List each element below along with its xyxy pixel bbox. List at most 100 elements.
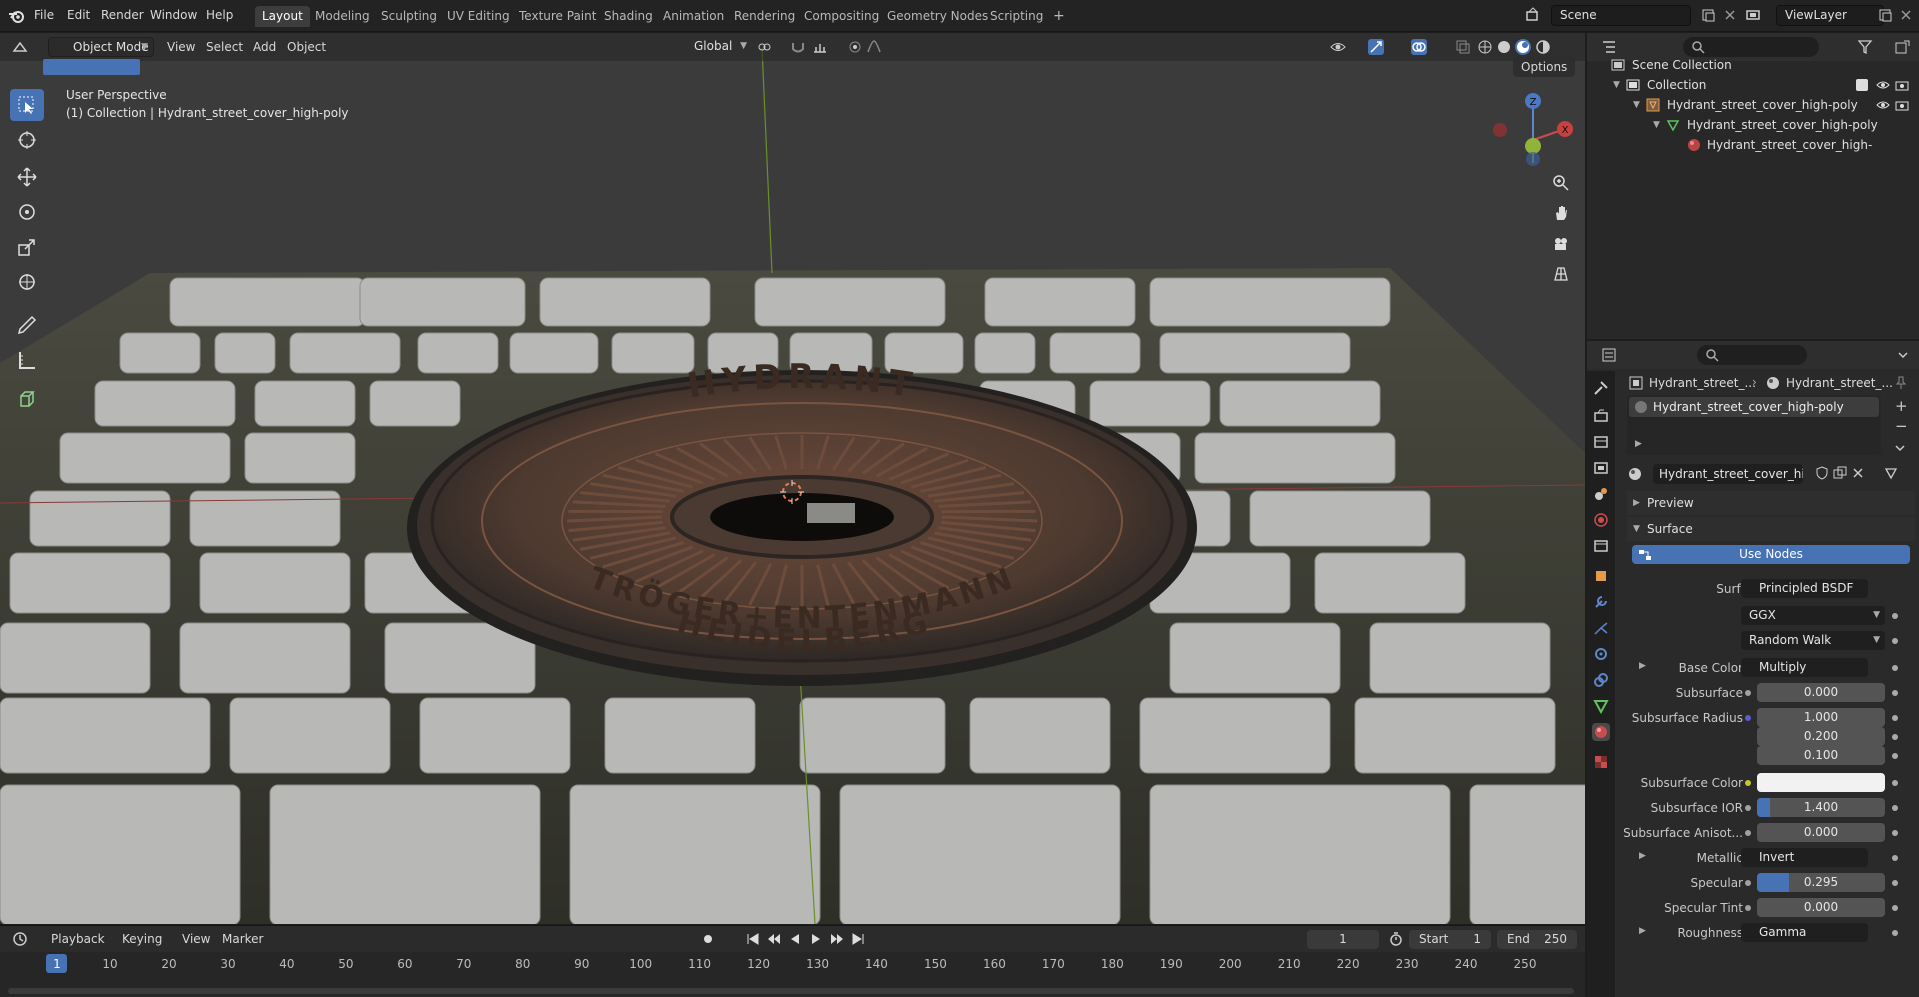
expand-arrow-icon[interactable]: ▶	[1635, 439, 1642, 449]
output-tab-icon[interactable]	[1592, 433, 1610, 451]
menu-edit[interactable]: Edit	[67, 8, 90, 22]
snap-icon[interactable]	[790, 39, 806, 55]
preview-panel-header[interactable]: ▶ Preview	[1627, 491, 1915, 515]
material-browse-icon[interactable]	[1627, 466, 1643, 482]
pin-icon[interactable]	[1894, 376, 1908, 390]
keyframe-dot-icon[interactable]	[1892, 753, 1898, 759]
tab-uv-editing[interactable]: UV Editing	[440, 6, 517, 27]
next-keyframe-icon[interactable]	[829, 931, 845, 947]
keyframe-dot-icon[interactable]	[1892, 715, 1898, 721]
material-slot-list[interactable]: Hydrant_street_cover_high-poly ▶	[1627, 395, 1881, 455]
outliner-row-scene-collection[interactable]: Scene Collection	[1587, 55, 1919, 75]
surface-panel-header[interactable]: ▼ Surface	[1627, 517, 1915, 541]
tab-texture-paint[interactable]: Texture Paint	[512, 6, 603, 27]
rotate-tool-button[interactable]	[10, 196, 44, 228]
scene-selector[interactable]: Scene	[1551, 5, 1691, 26]
surface-shader-field[interactable]: Principled BSDF	[1741, 579, 1868, 598]
rendered-shading-icon[interactable]	[1535, 39, 1551, 55]
tab-animation[interactable]: Animation	[656, 6, 731, 27]
viewport-menu-view[interactable]: View	[167, 40, 195, 54]
material-tab-icon[interactable]	[1592, 723, 1610, 741]
expand-arrow-icon[interactable]: ▶	[1639, 926, 1646, 936]
chevron-down-icon[interactable]	[1895, 347, 1911, 363]
view-layer-icon[interactable]	[1745, 7, 1761, 23]
expand-arrow-icon[interactable]: ▼	[1633, 95, 1640, 115]
outliner-display-mode-icon[interactable]	[1601, 39, 1617, 55]
scene-icon[interactable]	[1525, 7, 1541, 23]
duplicate-material-icon[interactable]	[1833, 466, 1847, 480]
use-nodes-button[interactable]: Use Nodes	[1632, 545, 1910, 564]
world-tab-icon[interactable]	[1592, 511, 1610, 529]
play-reverse-icon[interactable]	[787, 931, 803, 947]
selection-mode-buttons[interactable]	[43, 59, 140, 75]
outliner-row-collection[interactable]: ▼ Collection	[1587, 75, 1919, 95]
view-layer-tab-icon[interactable]	[1592, 459, 1610, 477]
timeline-menu-keying[interactable]: Keying	[122, 932, 162, 946]
tab-scripting[interactable]: Scripting	[983, 6, 1050, 27]
move-tool-button[interactable]	[10, 161, 44, 193]
outliner-editor[interactable]: Scene Collection ▼ Collection ▼ Hydrant_…	[1587, 33, 1919, 339]
new-view-layer-icon[interactable]	[1877, 7, 1893, 23]
keyframe-dot-icon[interactable]	[1892, 613, 1898, 619]
outliner-search-input[interactable]	[1683, 37, 1819, 57]
bsdf-input-number-field[interactable]: 0.000	[1757, 683, 1885, 702]
mode-dropdown[interactable]: Object Mode ▼	[48, 37, 154, 57]
start-frame-field[interactable]: Start 1	[1409, 930, 1491, 949]
zoom-button[interactable]	[1548, 170, 1574, 196]
scale-tool-button[interactable]	[10, 231, 44, 263]
subsurface-color-swatch[interactable]	[1757, 773, 1885, 792]
add-workspace-button[interactable]: +	[1046, 6, 1072, 27]
keyframe-dot-icon[interactable]	[1892, 830, 1898, 836]
viewport-menu-object[interactable]: Object	[287, 40, 326, 54]
expand-arrow-icon[interactable]: ▼	[1613, 75, 1620, 95]
jump-end-icon[interactable]	[850, 931, 866, 947]
clock-editor-icon[interactable]	[12, 931, 28, 947]
falloff-icon[interactable]	[866, 39, 882, 55]
material-link-icon[interactable]	[1884, 466, 1898, 480]
xray-icon[interactable]	[1455, 39, 1471, 55]
visibility-icon[interactable]	[1330, 39, 1346, 55]
close-scene-icon[interactable]	[1722, 7, 1738, 23]
keyframe-dot-icon[interactable]	[1892, 880, 1898, 886]
timeline-menu-view[interactable]: View	[182, 932, 210, 946]
timeline-menu-marker[interactable]: Marker	[222, 932, 263, 946]
record-icon[interactable]	[700, 931, 716, 947]
orientation-dropdown[interactable]: Global ▼	[670, 37, 752, 57]
tab-geometry-nodes[interactable]: Geometry Nodes	[880, 6, 995, 27]
bsdf-input-number-field[interactable]: 0.000	[1757, 898, 1885, 917]
bsdf-input-link-field[interactable]: Invert	[1741, 848, 1868, 867]
expand-arrow-icon[interactable]: ▶	[1639, 661, 1646, 671]
editor-type-icon[interactable]	[12, 39, 28, 55]
keyframe-dot-icon[interactable]	[1892, 805, 1898, 811]
bsdf-input-number-field[interactable]: 0.000	[1757, 823, 1885, 842]
current-frame-field[interactable]: 1	[1307, 930, 1379, 949]
remove-slot-icon[interactable]: −	[1895, 417, 1908, 435]
properties-search-input[interactable]	[1697, 345, 1807, 365]
keyframe-dot-icon[interactable]	[1892, 665, 1898, 671]
end-frame-field[interactable]: End 250	[1497, 930, 1577, 949]
add-slot-icon[interactable]: +	[1895, 397, 1908, 415]
perspective-toggle-button[interactable]	[1548, 261, 1574, 287]
keyframe-dot-icon[interactable]	[1892, 930, 1898, 936]
keyframe-dot-icon[interactable]	[1892, 690, 1898, 696]
material-slot-row[interactable]: Hydrant_street_cover_high-poly	[1629, 397, 1879, 417]
keyframe-dot-icon[interactable]	[1892, 780, 1898, 786]
tab-compositing[interactable]: Compositing	[797, 6, 886, 27]
proportional-editing-icon[interactable]	[847, 39, 863, 55]
timeline-menu-playback[interactable]: Playback	[51, 932, 105, 946]
new-collection-icon[interactable]	[1894, 39, 1910, 55]
keyframe-dot-icon[interactable]	[1892, 855, 1898, 861]
menu-help[interactable]: Help	[206, 8, 233, 22]
material-name-field[interactable]: Hydrant_street_cover_high-...	[1653, 464, 1803, 484]
options-button[interactable]: Options	[1513, 57, 1576, 77]
properties-editor-icon[interactable]	[1601, 347, 1617, 363]
close-view-layer-icon[interactable]	[1898, 7, 1914, 23]
measure-tool-button[interactable]	[10, 344, 44, 376]
bsdf-input-number-field[interactable]: 1.000	[1757, 708, 1885, 727]
select-tool-button[interactable]	[10, 89, 44, 121]
tab-rendering[interactable]: Rendering	[727, 6, 802, 27]
solid-shading-icon[interactable]	[1496, 39, 1512, 55]
timeline-editor[interactable]: Playback Keying View Marker 1 Start 1 En…	[0, 925, 1585, 997]
bsdf-input-link-field[interactable]: Gamma	[1741, 923, 1868, 942]
tab-modeling[interactable]: Modeling	[308, 6, 377, 27]
